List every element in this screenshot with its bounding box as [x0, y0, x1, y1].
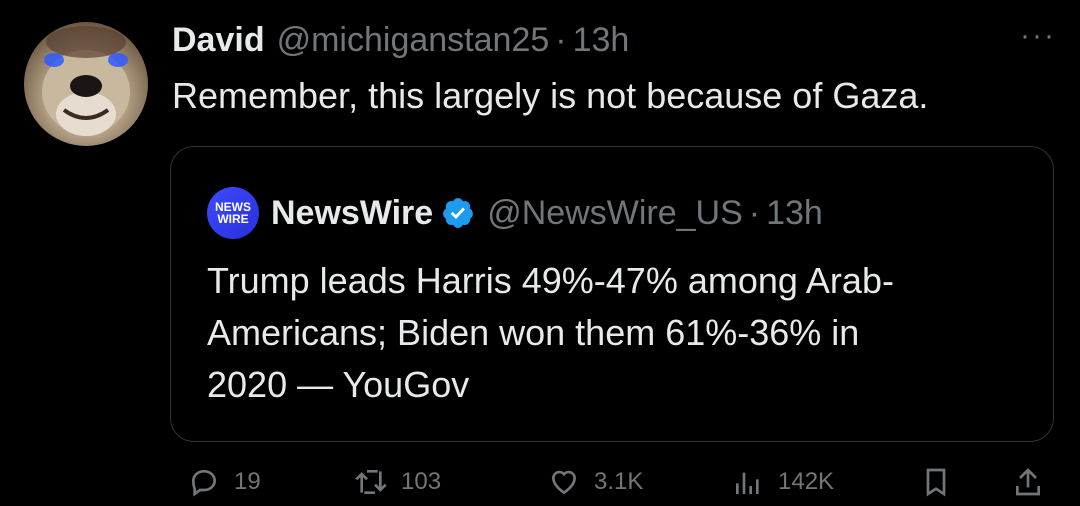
share-button[interactable]	[1012, 466, 1044, 498]
quoted-timestamp[interactable]: 13h	[766, 194, 823, 233]
author-handle[interactable]: @michiganstan25	[277, 21, 550, 60]
separator: ·	[555, 20, 567, 59]
repost-button[interactable]: 103	[355, 466, 441, 498]
views-button[interactable]: 142K	[732, 466, 834, 498]
separator: ·	[748, 193, 761, 232]
newswire-logo[interactable]: NEWS WIRE	[207, 187, 259, 239]
views-icon	[736, 472, 759, 494]
more-icon[interactable]: ···	[1020, 21, 1056, 51]
tweet-header: David @michiganstan25 · 13h	[172, 16, 629, 64]
verified-badge-icon	[443, 198, 474, 228]
avatar-image	[42, 26, 130, 136]
quoted-text-line: 2020 — YouGov	[207, 364, 470, 405]
avatar[interactable]	[24, 22, 148, 146]
quoted-tweet-header: NEWS WIRE NewsWire @NewsWire_US · 13h	[207, 187, 823, 239]
reply-count: 19	[234, 468, 261, 495]
bookmark-icon	[926, 468, 946, 497]
quoted-author-name[interactable]: NewsWire	[271, 194, 433, 233]
repost-icon	[355, 470, 387, 494]
bookmark-button[interactable]	[920, 466, 952, 498]
reply-button[interactable]: 19	[188, 466, 261, 498]
quoted-tweet-text: Trump leads Harris 49%-47% among Arab- A…	[207, 255, 1027, 411]
reply-icon	[191, 469, 217, 497]
quoted-text-line: Americans; Biden won them 61%-36% in	[207, 312, 860, 353]
repost-count: 103	[401, 468, 442, 495]
action-bar: 19 103 3.1K 142K	[0, 466, 1080, 506]
logo-text-line2: WIRE	[217, 212, 249, 226]
views-count: 142K	[778, 468, 835, 495]
like-button[interactable]: 3.1K	[548, 466, 643, 498]
timestamp[interactable]: 13h	[573, 21, 630, 60]
like-icon	[551, 470, 577, 495]
author-name[interactable]: David	[172, 21, 265, 60]
quoted-text-line: Trump leads Harris 49%-47% among Arab-	[207, 260, 894, 301]
like-count: 3.1K	[594, 468, 644, 495]
tweet-text: Remember, this largely is not because of…	[172, 75, 929, 116]
quoted-tweet[interactable]: NEWS WIRE NewsWire @NewsWire_US · 13h Tr…	[170, 146, 1054, 442]
share-icon	[1016, 468, 1040, 496]
quoted-author-handle[interactable]: @NewsWire_US	[487, 194, 743, 233]
